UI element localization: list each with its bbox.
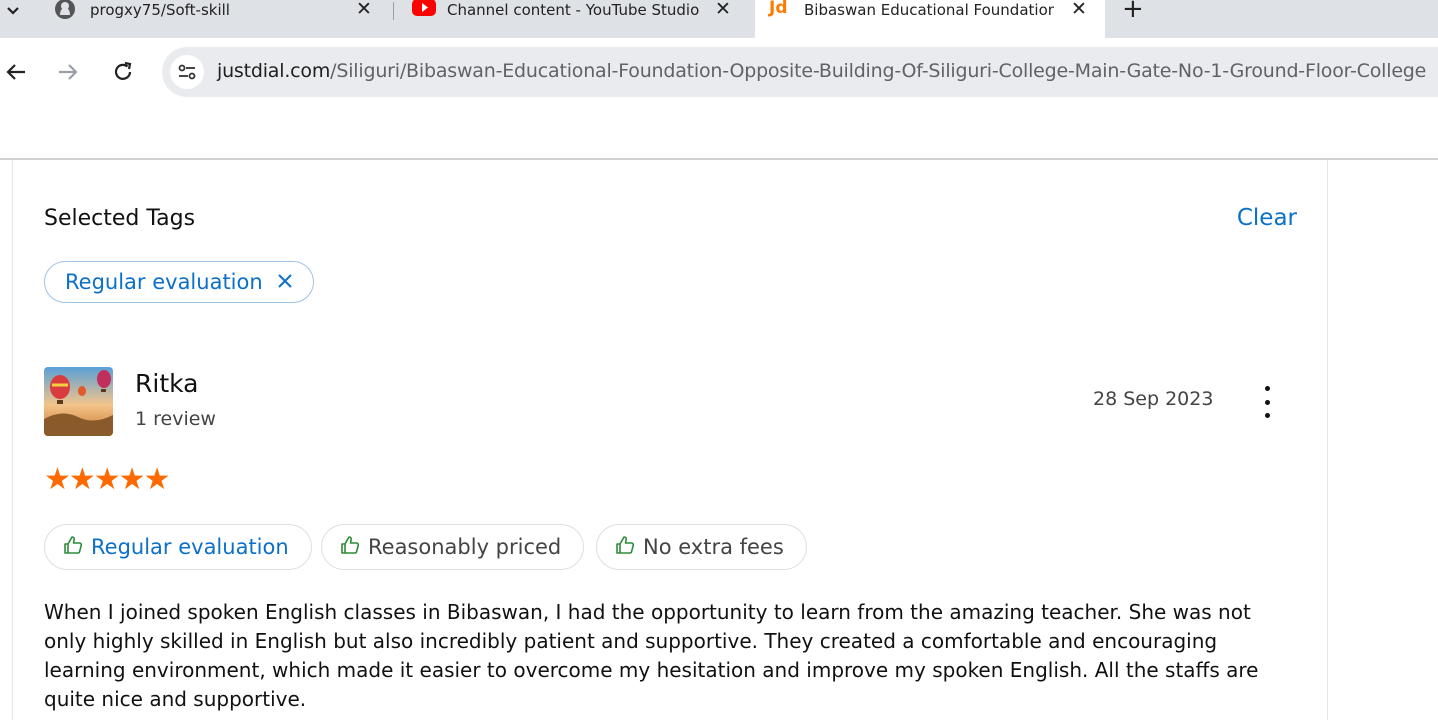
close-tab-icon[interactable]: ✕ <box>356 0 372 20</box>
thumbs-up-icon <box>340 535 360 560</box>
review-tag[interactable]: Reasonably priced <box>321 524 585 570</box>
reload-icon[interactable] <box>107 56 139 88</box>
close-tab-icon[interactable]: ✕ <box>1071 0 1087 20</box>
thumbs-up-icon <box>615 535 635 560</box>
review-tag-label: No extra fees <box>643 535 784 559</box>
tab-title: Channel content - YouTube Studio <box>447 1 699 19</box>
reviews-panel: Selected Tags Clear Regular evaluation R… <box>12 160 1328 720</box>
tab-search-chevron-icon[interactable] <box>0 0 26 22</box>
avatar <box>44 367 113 436</box>
tab-github[interactable]: progxy75/Soft-skill ✕ <box>40 0 392 38</box>
tab-youtube-studio[interactable]: Channel content - YouTube Studio ✕ <box>400 0 755 38</box>
more-options-icon[interactable] <box>1257 386 1277 418</box>
selected-tag-chip[interactable]: Regular evaluation <box>44 261 314 303</box>
review-tag[interactable]: Regular evaluation <box>44 524 312 570</box>
review-text: When I joined spoken English classes in … <box>44 600 1259 711</box>
thumbs-up-icon <box>63 535 83 560</box>
review-tag-label: Reasonably priced <box>368 535 562 559</box>
youtube-icon <box>412 0 436 20</box>
url-host: justdial.com <box>217 60 331 82</box>
review-tag-label: Regular evaluation <box>91 535 289 559</box>
address-bar[interactable]: justdial.com/Siliguri/Bibaswan-Education… <box>162 47 1438 97</box>
review-tag[interactable]: No extra fees <box>596 524 807 570</box>
tab-strip: progxy75/Soft-skill ✕ Channel content - … <box>0 0 1438 38</box>
reviewer-review-count: 1 review <box>135 408 216 430</box>
tab-title: Bibaswan Educational Foundation <box>804 1 1054 19</box>
url-text: justdial.com/Siliguri/Bibaswan-Education… <box>217 60 1426 82</box>
selected-tags-title: Selected Tags <box>44 206 196 231</box>
clear-tags-button[interactable]: Clear <box>1237 205 1297 231</box>
tab-separator <box>393 2 394 20</box>
url-path: /Siliguri/Bibaswan-Educational-Foundatio… <box>330 60 1427 82</box>
new-tab-icon[interactable]: + <box>1122 0 1144 22</box>
justdial-icon: Jd <box>769 0 788 18</box>
remove-tag-icon[interactable] <box>277 270 293 294</box>
close-tab-icon[interactable]: ✕ <box>715 0 731 20</box>
review-date: 28 Sep 2023 <box>1093 388 1214 410</box>
selected-tag-label: Regular evaluation <box>65 270 263 294</box>
back-arrow-icon[interactable] <box>0 56 32 88</box>
github-icon <box>54 0 76 20</box>
browser-toolbar: justdial.com/Siliguri/Bibaswan-Education… <box>0 38 1438 106</box>
site-settings-icon[interactable] <box>170 55 204 89</box>
star-rating: ★★★★★ <box>44 462 170 497</box>
forward-arrow-icon[interactable] <box>52 56 84 88</box>
tab-justdial[interactable]: Jd Bibaswan Educational Foundation ✕ <box>755 0 1105 38</box>
tab-title: progxy75/Soft-skill <box>90 1 230 19</box>
reviewer-name[interactable]: Ritka <box>135 369 198 398</box>
